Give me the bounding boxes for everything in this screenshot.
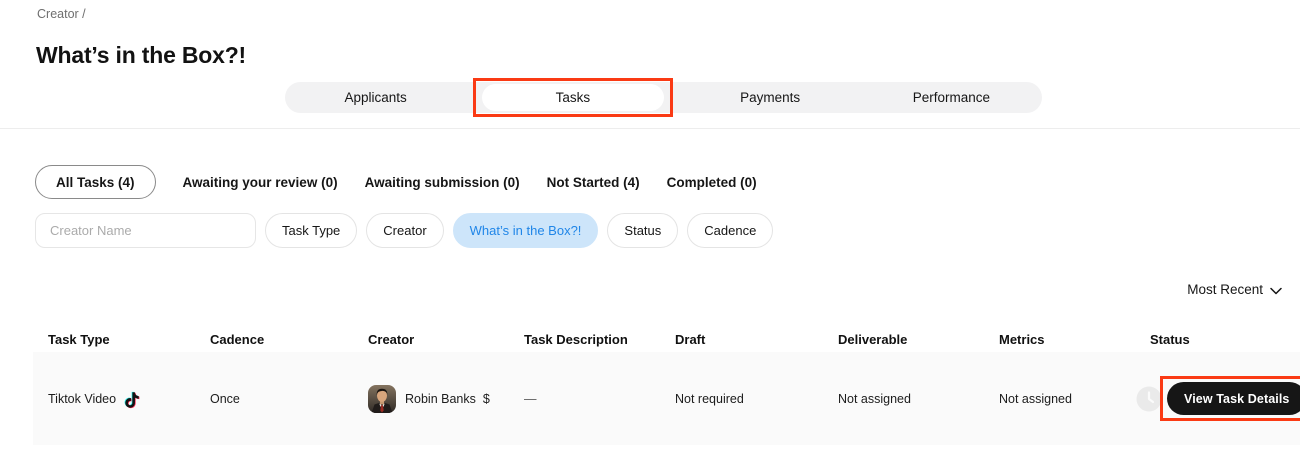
filter-tab-awaiting-review[interactable]: Awaiting your review (0) xyxy=(183,175,338,190)
page-title: What’s in the Box?! xyxy=(36,42,246,69)
column-header-deliverable: Deliverable xyxy=(838,332,999,347)
creator-name: Robin Banks xyxy=(405,392,476,406)
main-tabbar: Applicants Tasks Payments Performance xyxy=(285,82,1042,113)
column-header-creator: Creator xyxy=(368,332,524,347)
task-status-filter-tabs: All Tasks (4) Awaiting your review (0) A… xyxy=(35,164,757,200)
column-header-task-description: Task Description xyxy=(524,332,675,347)
tab-performance[interactable]: Performance xyxy=(861,82,1042,113)
section-divider xyxy=(0,128,1300,129)
column-header-cadence: Cadence xyxy=(210,332,368,347)
chip-status[interactable]: Status xyxy=(607,213,678,248)
chip-creator[interactable]: Creator xyxy=(366,213,443,248)
column-header-metrics: Metrics xyxy=(999,332,1150,347)
cell-cadence: Once xyxy=(210,392,368,406)
creator-name-input[interactable] xyxy=(35,213,256,248)
sort-dropdown[interactable]: Most Recent xyxy=(1187,282,1282,297)
chip-task-type[interactable]: Task Type xyxy=(265,213,357,248)
tab-applicants[interactable]: Applicants xyxy=(285,82,466,113)
clock-icon xyxy=(1136,386,1162,412)
table-row: Tiktok Video Once Robin Banks $ — xyxy=(33,352,1300,445)
chip-cadence[interactable]: Cadence xyxy=(687,213,773,248)
tiktok-icon xyxy=(123,391,141,409)
cell-draft: Not required xyxy=(675,392,838,406)
sort-label: Most Recent xyxy=(1187,282,1263,297)
filter-tab-completed[interactable]: Completed (0) xyxy=(667,175,757,190)
column-header-task-type: Task Type xyxy=(48,332,210,347)
cell-status: View Task Details xyxy=(1136,382,1300,415)
tab-tasks-label: Tasks xyxy=(556,90,591,105)
filter-tab-all-tasks[interactable]: All Tasks (4) xyxy=(35,165,156,199)
cell-metrics: Not assigned xyxy=(999,392,1150,406)
creator-paid-badge: $ xyxy=(483,392,490,406)
view-task-details-button[interactable]: View Task Details xyxy=(1167,382,1300,415)
cell-creator: Robin Banks $ xyxy=(368,385,524,413)
filter-chip-row: Task Type Creator What’s in the Box?! St… xyxy=(35,213,773,248)
filter-tab-awaiting-submission[interactable]: Awaiting submission (0) xyxy=(365,175,520,190)
cell-task-description: — xyxy=(524,392,675,406)
tab-tasks[interactable]: Tasks xyxy=(482,84,663,111)
cell-task-type: Tiktok Video xyxy=(48,389,210,409)
cell-deliverable: Not assigned xyxy=(838,392,999,406)
column-header-draft: Draft xyxy=(675,332,838,347)
chevron-down-icon xyxy=(1270,287,1282,295)
breadcrumb[interactable]: Creator / xyxy=(37,7,86,21)
chip-campaign-whats-in-the-box[interactable]: What’s in the Box?! xyxy=(453,213,599,248)
avatar xyxy=(368,385,396,413)
tab-payments[interactable]: Payments xyxy=(680,82,861,113)
table-header-row: Task Type Cadence Creator Task Descripti… xyxy=(0,326,1300,352)
column-header-status: Status xyxy=(1150,332,1300,347)
task-type-label: Tiktok Video xyxy=(48,392,116,406)
filter-tab-not-started[interactable]: Not Started (4) xyxy=(547,175,640,190)
